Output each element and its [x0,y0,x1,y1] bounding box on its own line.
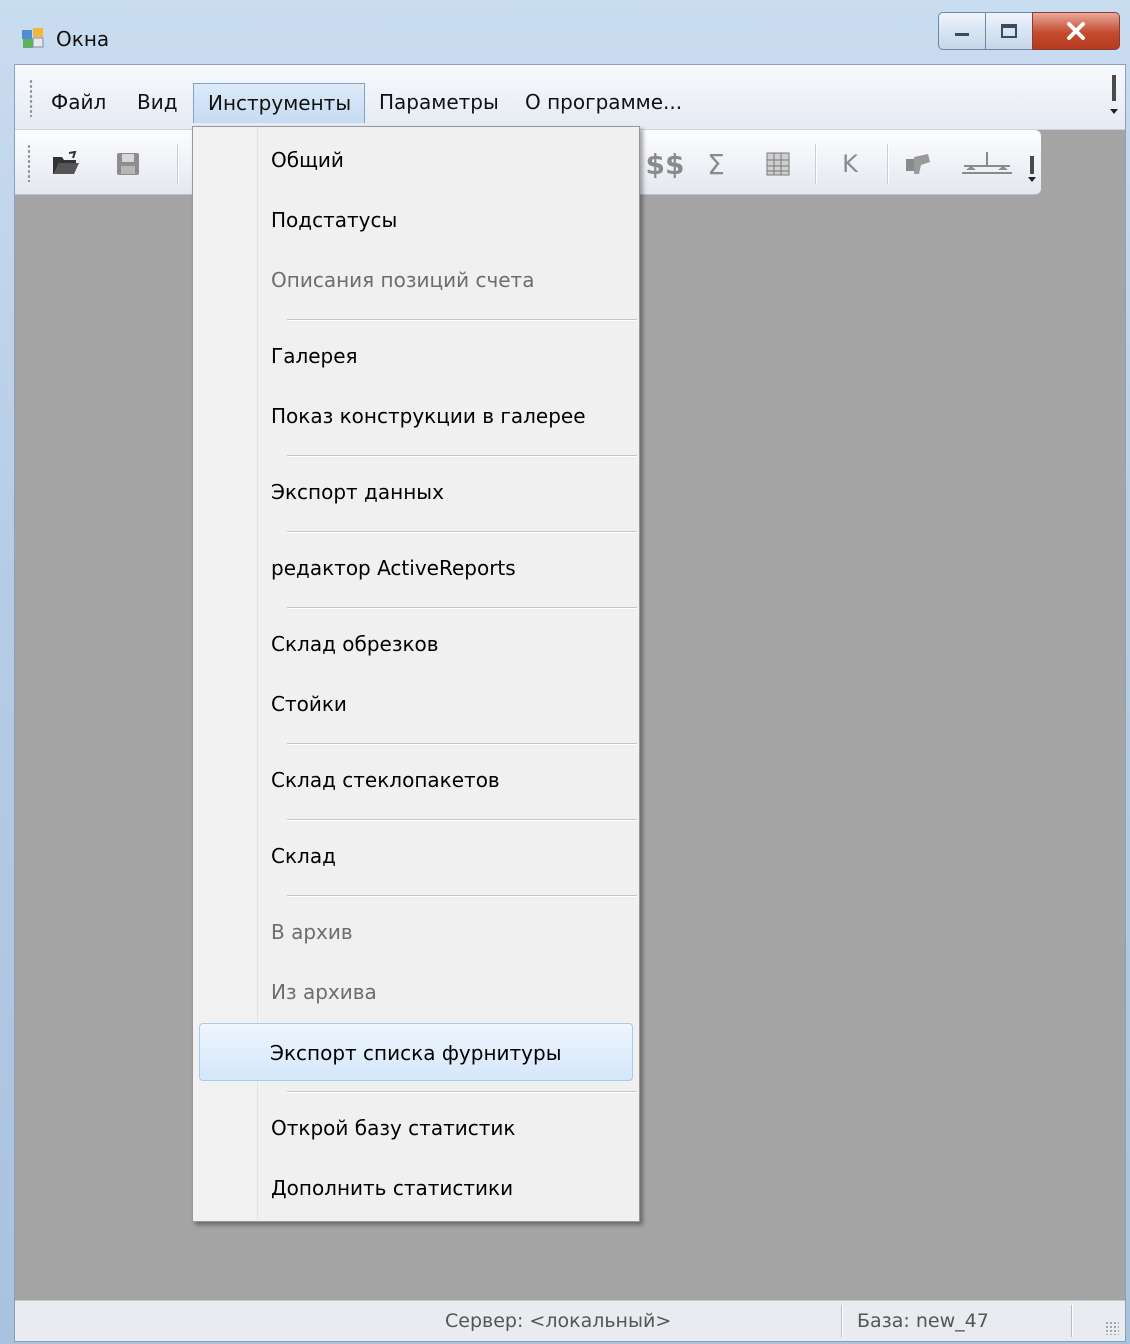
table-icon[interactable] [761,148,795,180]
menu-item-label: Общий [271,148,344,172]
menubar-overflow-button[interactable] [1109,73,1119,117]
menu-file[interactable]: Файл [37,83,120,123]
minimize-button[interactable] [938,12,986,50]
scale-icon[interactable] [959,148,1015,180]
menu-about[interactable]: О программе... [511,83,696,123]
app-window: Окна Файл Вид Инструменты Параметры О пр… [0,0,1130,1344]
resize-grip-icon[interactable] [1105,1321,1119,1335]
menu-separator [287,895,637,897]
tools-dropdown-menu: Общий Подстатусы Описания позиций счета … [192,126,640,1222]
menu-item-gallery[interactable]: Галерея [195,327,637,385]
menu-item-label: Галерея [271,344,358,368]
k-icon[interactable]: K [833,148,867,180]
menu-item-label: Описания позиций счета [271,268,535,292]
menu-item-export-fittings-list[interactable]: Экспорт списка фурнитуры [199,1023,633,1081]
status-divider [841,1305,843,1337]
menu-item-glass-warehouse[interactable]: Склад стеклопакетов [195,751,637,809]
menu-item-general[interactable]: Общий [195,131,637,189]
menu-separator [287,743,637,745]
title-bar[interactable]: Окна [0,0,1130,64]
toolbar-separator [177,144,179,184]
minimize-icon [955,33,969,36]
toolbar-separator [887,144,889,184]
open-folder-icon[interactable] [49,148,83,180]
menu-separator [287,1091,637,1093]
window-controls [938,12,1120,50]
menu-item-label: Дополнить статистики [271,1176,514,1200]
status-bar: Сервер: <локальный> База: new_47 [15,1300,1125,1341]
menu-item-from-archive: Из архива [195,963,637,1021]
chevron-down-icon [1110,75,1118,114]
window-title: Окна [56,27,110,51]
menu-bar: Файл Вид Инструменты Параметры О програм… [15,65,1125,130]
menu-item-label: Из архива [271,980,377,1004]
chevron-down-icon [1028,156,1036,182]
menu-separator [287,455,637,457]
toolbar-grip[interactable] [27,144,31,182]
menu-item-invoice-descriptions: Описания позиций счета [195,251,637,309]
menu-separator [287,319,637,321]
sum-icon[interactable]: Σ [699,148,733,181]
menu-item-label: Экспорт списка фурнитуры [270,1041,562,1065]
menu-tools[interactable]: Инструменты [193,83,365,123]
save-icon[interactable] [111,148,145,180]
maximize-icon [1001,24,1017,38]
menubar-grip[interactable] [29,79,33,117]
menu-item-label: Склад [271,844,336,868]
menu-item-label: Открой базу статистик [271,1116,516,1140]
menu-item-label: Экспорт данных [271,480,444,504]
menu-item-open-statistics-db[interactable]: Открой базу статистик [195,1099,637,1157]
close-button[interactable] [1032,12,1120,50]
menu-item-scrap-warehouse[interactable]: Склад обрезков [195,615,637,673]
menu-item-label: редактор ActiveReports [271,556,516,580]
toolbar-separator [815,144,817,184]
menu-separator [287,607,637,609]
menu-item-warehouse[interactable]: Склад [195,827,637,885]
status-database: База: new_47 [857,1310,989,1332]
menu-separator [287,531,637,533]
maximize-button[interactable] [985,12,1033,50]
menu-item-supplement-statistics[interactable]: Дополнить статистики [195,1159,637,1217]
menu-parameters[interactable]: Параметры [365,83,513,123]
tool-icon[interactable] [901,148,935,180]
close-icon [1067,22,1085,40]
menu-item-substatuses[interactable]: Подстатусы [195,191,637,249]
status-divider [1071,1305,1073,1337]
menu-item-activereports-editor[interactable]: редактор ActiveReports [195,539,637,597]
menu-item-label: Стойки [271,692,347,716]
menu-item-label: Склад обрезков [271,632,439,656]
menu-separator [287,819,637,821]
app-icon [20,26,46,50]
currency-icon[interactable]: $$ [643,148,687,181]
menu-item-to-archive: В архив [195,903,637,961]
menu-item-label: Подстатусы [271,208,398,232]
menu-item-export-data[interactable]: Экспорт данных [195,463,637,521]
menu-view[interactable]: Вид [123,83,192,123]
menu-item-racks[interactable]: Стойки [195,675,637,733]
menu-item-label: Показ конструкции в галерее [271,404,586,428]
status-server: Сервер: <локальный> [445,1310,672,1332]
toolbar-overflow-button[interactable] [1027,154,1037,184]
menu-item-label: Склад стеклопакетов [271,768,500,792]
menu-item-show-in-gallery[interactable]: Показ конструкции в галерее [195,387,637,445]
menu-item-label: В архив [271,920,353,944]
